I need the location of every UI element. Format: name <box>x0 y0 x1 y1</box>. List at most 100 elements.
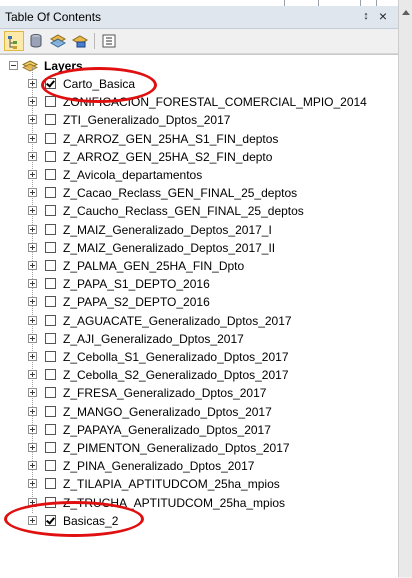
layer-row[interactable]: Z_AGUACATE_Generalizado_Dptos_2017 <box>0 312 398 330</box>
layer-visibility-checkbox[interactable] <box>45 114 56 125</box>
options-icon[interactable] <box>99 31 119 51</box>
scroll-up-arrow-icon[interactable] <box>402 10 410 15</box>
layer-visibility-checkbox[interactable] <box>45 205 56 216</box>
layer-visibility-checkbox[interactable] <box>45 442 56 453</box>
layer-label: Z_FRESA_Generalizado_Dptos_2017 <box>63 386 267 400</box>
layer-row[interactable]: ZTI_Generalizado_Dptos_2017 <box>0 111 398 129</box>
layer-row[interactable]: Z_MANGO_Generalizado_Dptos_2017 <box>0 403 398 421</box>
layer-label: Z_ARROZ_GEN_25HA_S1_FIN_deptos <box>63 132 279 146</box>
layer-row[interactable]: Z_PAPA_S2_DEPTO_2016 <box>0 293 398 311</box>
layer-visibility-checkbox[interactable] <box>45 333 56 344</box>
layer-row[interactable]: Z_PAPA_S1_DEPTO_2016 <box>0 275 398 293</box>
layer-label: ZTI_Generalizado_Dptos_2017 <box>63 113 231 127</box>
expand-icon[interactable] <box>28 479 37 488</box>
layer-visibility-checkbox[interactable] <box>45 169 56 180</box>
list-by-selection-icon[interactable] <box>70 31 90 51</box>
expand-icon[interactable] <box>28 279 37 288</box>
layer-visibility-checkbox[interactable] <box>45 96 56 107</box>
layer-visibility-checkbox[interactable] <box>45 133 56 144</box>
layer-label: Z_PAPA_S2_DEPTO_2016 <box>63 295 210 309</box>
layer-visibility-checkbox[interactable] <box>45 351 56 362</box>
expand-icon[interactable] <box>28 152 37 161</box>
layer-label: Z_AJI_Generalizado_Dptos_2017 <box>63 332 244 346</box>
expand-icon[interactable] <box>28 170 37 179</box>
expand-icon[interactable] <box>28 316 37 325</box>
layer-visibility-checkbox[interactable] <box>45 406 56 417</box>
layer-row[interactable]: Z_PINA_Generalizado_Dptos_2017 <box>0 457 398 475</box>
layer-visibility-checkbox[interactable] <box>45 478 56 489</box>
layer-row[interactable]: Z_Cacao_Reclass_GEN_FINAL_25_deptos <box>0 184 398 202</box>
expand-icon[interactable] <box>28 97 37 106</box>
layer-label: Z_MANGO_Generalizado_Dptos_2017 <box>63 405 272 419</box>
toc-title-bar[interactable]: Table Of Contents ↕ × <box>0 6 398 29</box>
list-by-source-icon[interactable] <box>26 31 46 51</box>
layer-row[interactable]: Z_Cebolla_S2_Generalizado_Dptos_2017 <box>0 366 398 384</box>
layer-visibility-checkbox[interactable] <box>45 151 56 162</box>
list-by-visibility-icon[interactable] <box>48 31 68 51</box>
collapse-icon[interactable] <box>9 61 18 70</box>
layer-row[interactable]: Z_PALMA_GEN_25HA_FIN_Dpto <box>0 257 398 275</box>
expand-icon[interactable] <box>28 206 37 215</box>
expand-icon[interactable] <box>28 443 37 452</box>
layer-label: Z_MAIZ_Generalizado_Deptos_2017_II <box>63 241 276 255</box>
layer-row[interactable]: Z_PIMENTON_Generalizado_Dptos_2017 <box>0 439 398 457</box>
layer-row[interactable]: Z_Caucho_Reclass_GEN_FINAL_25_deptos <box>0 202 398 220</box>
pin-icon[interactable]: ↕ <box>359 9 373 23</box>
expand-icon[interactable] <box>28 407 37 416</box>
layer-label: Z_PIMENTON_Generalizado_Dptos_2017 <box>63 441 290 455</box>
toc-toolbar <box>0 29 398 54</box>
layer-label: Z_PAPA_S1_DEPTO_2016 <box>63 277 210 291</box>
expand-icon[interactable] <box>28 370 37 379</box>
expand-icon[interactable] <box>28 134 37 143</box>
layer-label: Z_Cebolla_S2_Generalizado_Dptos_2017 <box>63 368 289 382</box>
layer-label: Z_TILAPIA_APTITUDCOM_25ha_mpios <box>63 477 280 491</box>
expand-icon[interactable] <box>28 425 37 434</box>
expand-icon[interactable] <box>28 388 37 397</box>
layer-row[interactable]: Z_ARROZ_GEN_25HA_S1_FIN_deptos <box>0 130 398 148</box>
layer-visibility-checkbox[interactable] <box>45 315 56 326</box>
layer-row[interactable]: Z_MAIZ_Generalizado_Deptos_2017_II <box>0 239 398 257</box>
layer-visibility-checkbox[interactable] <box>45 424 56 435</box>
layer-visibility-checkbox[interactable] <box>45 242 56 253</box>
layer-row[interactable]: Z_TILAPIA_APTITUDCOM_25ha_mpios <box>0 475 398 493</box>
layers-tree-panel: Layers Carto_Basica ZONIFICACION_FORESTAL… <box>0 54 398 578</box>
expand-icon[interactable] <box>28 188 37 197</box>
layer-visibility-checkbox[interactable] <box>45 278 56 289</box>
list-by-drawing-order-icon[interactable] <box>4 31 24 51</box>
layer-label: Z_AGUACATE_Generalizado_Dptos_2017 <box>63 314 292 328</box>
layer-row[interactable]: Z_PAPAYA_Generalizado_Dptos_2017 <box>0 421 398 439</box>
layer-label: Z_Cacao_Reclass_GEN_FINAL_25_deptos <box>63 186 298 200</box>
expand-icon[interactable] <box>28 225 37 234</box>
expand-icon[interactable] <box>28 243 37 252</box>
layer-label: Z_PALMA_GEN_25HA_FIN_Dpto <box>63 259 245 273</box>
layer-label: Z_Avicola_departamentos <box>63 168 203 182</box>
layer-row[interactable]: Z_AJI_Generalizado_Dptos_2017 <box>0 330 398 348</box>
close-icon[interactable]: × <box>376 9 390 23</box>
layer-row[interactable]: Z_MAIZ_Generalizado_Deptos_2017_I <box>0 221 398 239</box>
expand-icon[interactable] <box>28 297 37 306</box>
layer-row[interactable]: Z_FRESA_Generalizado_Dptos_2017 <box>0 384 398 402</box>
layer-row[interactable]: Z_Avicola_departamentos <box>0 166 398 184</box>
layers-folder-icon <box>21 58 39 74</box>
layer-label: Z_Cebolla_S1_Generalizado_Dptos_2017 <box>63 350 289 364</box>
layer-visibility-checkbox[interactable] <box>45 260 56 271</box>
expand-icon[interactable] <box>28 461 37 470</box>
expand-icon[interactable] <box>28 334 37 343</box>
expand-icon[interactable] <box>28 261 37 270</box>
layer-visibility-checkbox[interactable] <box>45 460 56 471</box>
layer-visibility-checkbox[interactable] <box>45 387 56 398</box>
layer-visibility-checkbox[interactable] <box>45 296 56 307</box>
layer-visibility-checkbox[interactable] <box>45 187 56 198</box>
red-ellipse-annotation <box>4 501 144 537</box>
expand-icon[interactable] <box>28 115 37 124</box>
layer-label: Z_Caucho_Reclass_GEN_FINAL_25_deptos <box>63 204 304 218</box>
layer-row[interactable]: Z_Cebolla_S1_Generalizado_Dptos_2017 <box>0 348 398 366</box>
expand-icon[interactable] <box>28 79 37 88</box>
red-ellipse-annotation <box>41 67 157 103</box>
expand-icon[interactable] <box>28 352 37 361</box>
layer-visibility-checkbox[interactable] <box>45 369 56 380</box>
vertical-scrollbar[interactable] <box>398 0 412 577</box>
layer-label: Z_MAIZ_Generalizado_Deptos_2017_I <box>63 223 272 237</box>
layer-visibility-checkbox[interactable] <box>45 224 56 235</box>
layer-row[interactable]: Z_ARROZ_GEN_25HA_S2_FIN_depto <box>0 148 398 166</box>
